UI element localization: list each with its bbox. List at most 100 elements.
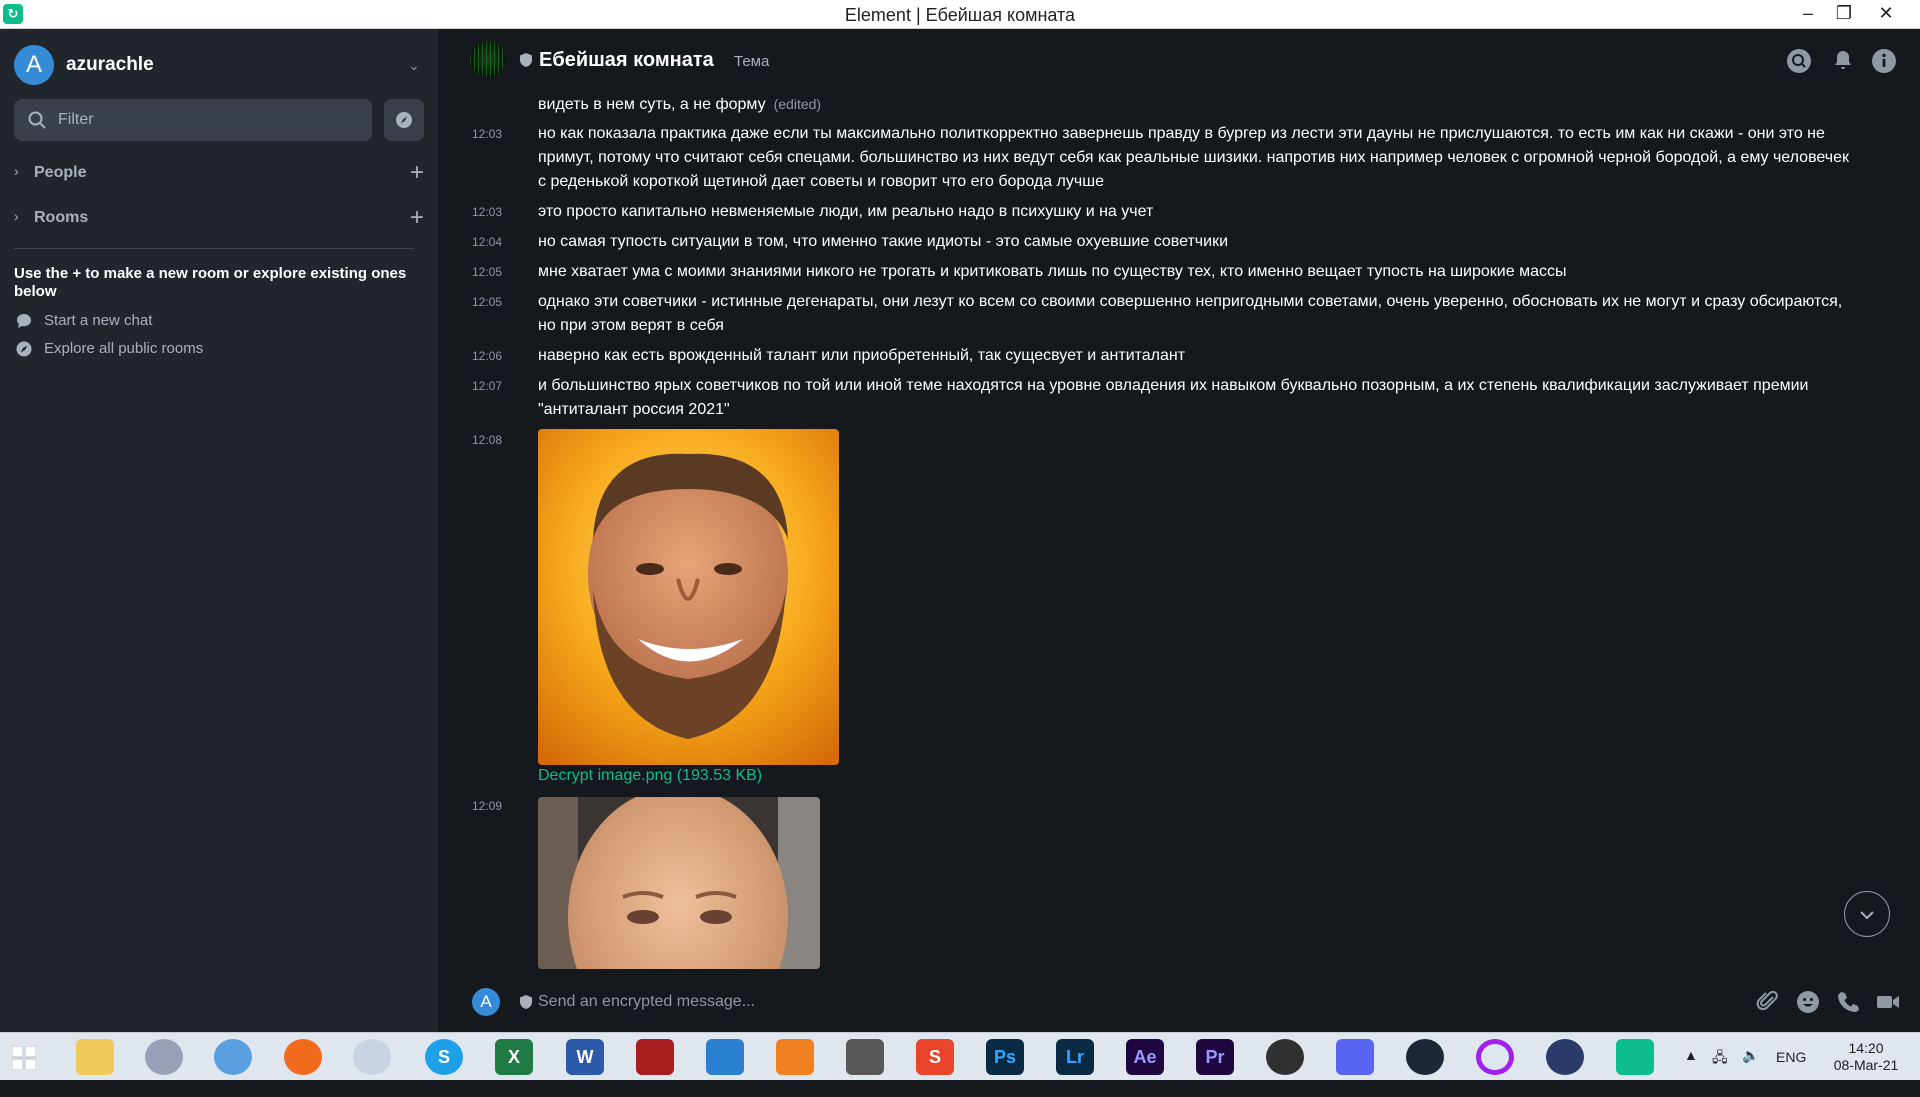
message-body: и большинство ярых советчиков по той или… bbox=[538, 377, 1809, 418]
message-body: видеть в нем суть, а не форму (edited) bbox=[538, 92, 1858, 117]
section-rooms[interactable]: › Rooms + bbox=[14, 204, 424, 232]
minimize-button[interactable]: – bbox=[1788, 0, 1828, 27]
message-body: но как показала практика даже если ты ма… bbox=[538, 125, 1849, 190]
lightroom-icon[interactable]: Lr bbox=[1056, 1039, 1094, 1075]
empty-hint: Use the + to make a new room or explore … bbox=[14, 265, 407, 300]
vlc-icon[interactable] bbox=[776, 1039, 814, 1075]
photo-bearded-man bbox=[538, 429, 839, 765]
obs-icon[interactable] bbox=[1266, 1039, 1304, 1075]
acrobat-icon[interactable] bbox=[636, 1039, 674, 1075]
edited-marker[interactable]: (edited) bbox=[774, 96, 821, 112]
photoshop-icon[interactable]: Ps bbox=[986, 1039, 1024, 1075]
volume-icon[interactable]: 🔈 bbox=[1742, 1047, 1759, 1095]
bell-icon[interactable] bbox=[1831, 49, 1855, 73]
message-body: это просто капитально невменяемые люди, … bbox=[538, 203, 1154, 220]
file-explorer-icon[interactable] bbox=[76, 1039, 114, 1075]
timestamp: 12:06 bbox=[472, 349, 503, 363]
filter-input[interactable] bbox=[58, 99, 358, 141]
message-composer: A bbox=[438, 979, 1920, 1029]
vscode-icon[interactable] bbox=[706, 1039, 744, 1075]
main-panel: Ебейшая комната Тема видеть в нем суть, … bbox=[438, 29, 1920, 1032]
filter-box[interactable] bbox=[14, 99, 372, 141]
skype-icon[interactable]: S bbox=[425, 1039, 463, 1075]
emoji-icon[interactable] bbox=[1796, 990, 1820, 1014]
timestamp: 12:05 bbox=[472, 265, 503, 279]
downloader-icon[interactable] bbox=[846, 1039, 884, 1075]
network-icon[interactable]: 🖧 bbox=[1712, 1047, 1728, 1095]
timestamp: 12:04 bbox=[472, 235, 503, 249]
discord-icon[interactable] bbox=[1336, 1039, 1374, 1075]
steam-icon[interactable] bbox=[1406, 1039, 1444, 1075]
compass-icon bbox=[396, 112, 412, 128]
user-menu[interactable]: A azurachle ⌄ bbox=[14, 45, 424, 85]
language-indicator[interactable]: ENG bbox=[1776, 1049, 1806, 1097]
paperclip-icon[interactable] bbox=[1756, 990, 1780, 1014]
timestamp: 12:09 bbox=[472, 799, 503, 813]
decrypt-image-link[interactable]: Decrypt image.png (193.53 KB) bbox=[538, 767, 762, 785]
username[interactable]: azurachle bbox=[66, 54, 154, 76]
chevron-down-icon bbox=[1860, 911, 1874, 920]
add-people-button[interactable]: + bbox=[410, 159, 424, 187]
image-thumbnail[interactable] bbox=[538, 429, 839, 765]
timeline[interactable]: видеть в нем суть, а не форму (edited) 12… bbox=[438, 89, 1920, 969]
explore-rooms-button[interactable] bbox=[384, 99, 424, 141]
internet-icon[interactable] bbox=[214, 1039, 252, 1075]
chevron-down-icon[interactable]: ⌄ bbox=[404, 55, 424, 75]
window-title: Element | Ебейшая комната bbox=[844, 5, 1076, 25]
room-name[interactable]: Ебейшая комната bbox=[539, 49, 714, 72]
after-effects-icon[interactable]: Ae bbox=[1126, 1039, 1164, 1075]
search-icon[interactable] bbox=[1787, 49, 1811, 73]
timestamp: 12:07 bbox=[472, 379, 503, 393]
divider bbox=[14, 248, 414, 249]
composer-avatar[interactable]: A bbox=[472, 988, 500, 1016]
s-app-icon[interactable]: S bbox=[916, 1039, 954, 1075]
start-new-chat-label[interactable]: Start a new chat bbox=[44, 312, 152, 329]
close-button[interactable]: ✕ bbox=[1856, 0, 1916, 27]
explore-public-rooms-label[interactable]: Explore all public rooms bbox=[44, 340, 203, 357]
room-avatar[interactable] bbox=[470, 41, 506, 77]
timestamp: 12:05 bbox=[472, 295, 503, 309]
room-header: Ебейшая комната Тема bbox=[438, 29, 1920, 89]
video-call-icon[interactable] bbox=[1876, 990, 1900, 1014]
excel-icon[interactable]: X bbox=[495, 1039, 533, 1075]
word-icon[interactable]: W bbox=[566, 1039, 604, 1075]
message-input[interactable] bbox=[538, 987, 1638, 1017]
message-text: видеть в нем суть, а не форму bbox=[538, 96, 766, 113]
message-body: но самая тупость ситуации в том, что име… bbox=[538, 233, 1229, 250]
timestamp: 12:08 bbox=[472, 433, 503, 447]
message-body: мне хватает ума с моими знаниями никого … bbox=[538, 263, 1567, 280]
message-body: однако эти советчики - истинные дегенара… bbox=[538, 293, 1843, 334]
clock-date: 08-Mar-21 bbox=[1833, 1057, 1899, 1073]
section-people[interactable]: › People + bbox=[14, 159, 424, 187]
image-thumbnail[interactable] bbox=[538, 797, 820, 969]
window-titlebar: ↻ Element | Ебейшая комната – ❐ ✕ bbox=[0, 0, 1920, 29]
vpn-lock-icon[interactable] bbox=[1546, 1039, 1584, 1075]
qbittorrent-icon[interactable] bbox=[145, 1039, 183, 1075]
tray-expand-icon[interactable]: ▲ bbox=[1684, 1047, 1698, 1095]
element-icon[interactable] bbox=[1616, 1039, 1654, 1075]
timestamp: 12:03 bbox=[472, 127, 503, 141]
explore-public-rooms-link[interactable]: Explore all public rooms bbox=[14, 338, 314, 360]
start-new-chat-link[interactable]: Start a new chat bbox=[14, 310, 314, 332]
chevron-right-icon[interactable]: › bbox=[14, 208, 19, 224]
user-avatar[interactable]: A bbox=[14, 45, 54, 85]
shield-icon bbox=[520, 53, 532, 67]
chevron-right-icon[interactable]: › bbox=[14, 163, 19, 179]
windows-start-icon[interactable] bbox=[12, 1046, 36, 1070]
clock[interactable]: 14:20 08-Mar-21 bbox=[1826, 1040, 1906, 1074]
message-body: наверно как есть врожденный талант или п… bbox=[538, 347, 1186, 364]
room-topic[interactable]: Тема bbox=[734, 53, 769, 70]
firefox-icon[interactable] bbox=[284, 1039, 322, 1075]
voice-call-icon[interactable] bbox=[1836, 990, 1860, 1014]
info-icon[interactable] bbox=[1872, 49, 1896, 73]
jump-to-bottom-button[interactable] bbox=[1844, 891, 1890, 937]
section-rooms-label[interactable]: Rooms bbox=[34, 209, 88, 227]
section-people-label[interactable]: People bbox=[34, 164, 86, 182]
globe-icon[interactable] bbox=[353, 1039, 391, 1075]
left-panel: A azurachle ⌄ › People + › Rooms + Use t… bbox=[0, 29, 438, 1032]
premiere-icon[interactable]: Pr bbox=[1196, 1039, 1234, 1075]
chat-bubble-icon bbox=[17, 314, 31, 328]
add-room-button[interactable]: + bbox=[410, 204, 424, 232]
cortana-ring-icon[interactable] bbox=[1476, 1039, 1514, 1075]
photo-bald-man bbox=[538, 797, 820, 969]
